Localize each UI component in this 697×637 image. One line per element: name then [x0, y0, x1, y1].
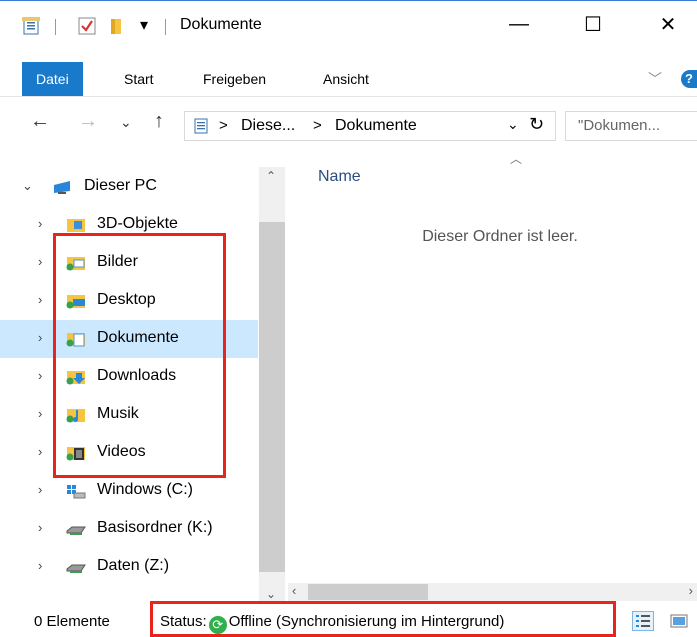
tab-datei[interactable]: Datei: [22, 62, 83, 96]
chevron-right-icon[interactable]: ›: [38, 216, 42, 231]
highlight-box-status: [150, 601, 616, 637]
help-button[interactable]: ?: [681, 70, 697, 88]
nav-item-this-pc[interactable]: ⌄ Dieser PC: [0, 168, 258, 206]
customize-quick-access-dropdown-icon[interactable]: ▾: [140, 15, 148, 35]
title-separator: [55, 19, 56, 35]
scroll-left-arrow-icon[interactable]: ‹: [292, 583, 296, 598]
details-view-icon: [636, 615, 650, 627]
nav-label: Daten (Z:): [97, 557, 170, 574]
tab-ansicht[interactable]: Ansicht: [323, 62, 369, 96]
empty-folder-message: Dieser Ordner ist leer.: [422, 228, 578, 245]
close-button[interactable]: ✕: [645, 9, 691, 39]
column-header-name[interactable]: Name: [318, 168, 361, 186]
scroll-up-arrow-icon[interactable]: ⌃: [266, 169, 276, 183]
chevron-right-icon[interactable]: ›: [38, 330, 42, 345]
expand-ribbon-chevron-icon[interactable]: ﹀: [648, 62, 662, 96]
refresh-icon[interactable]: ↻: [529, 114, 544, 135]
breadcrumb-separator: >: [313, 117, 322, 134]
breadcrumb-documents[interactable]: Dokumente: [335, 117, 417, 135]
navigation-scrollbar[interactable]: ⌃ ⌄: [259, 167, 285, 604]
chevron-right-icon[interactable]: ›: [38, 558, 42, 573]
nav-item-daten[interactable]: › Daten (Z:): [0, 548, 258, 586]
chevron-right-icon[interactable]: ›: [38, 368, 42, 383]
new-folder-icon[interactable]: [108, 17, 126, 35]
properties-icon[interactable]: [22, 17, 40, 35]
tab-start[interactable]: Start: [124, 62, 154, 96]
chevron-right-icon[interactable]: ›: [38, 292, 42, 307]
pc-icon: [54, 181, 70, 194]
breadcrumb-separator: >: [219, 117, 228, 134]
content-horizontal-scrollbar[interactable]: ‹ ›: [288, 583, 697, 601]
folder-3d-icon: [67, 219, 85, 232]
large-icons-view-icon: [670, 614, 688, 628]
network-drive-icon: [66, 526, 86, 535]
forward-arrow-icon[interactable]: →: [78, 110, 98, 133]
breadcrumb-this-pc[interactable]: Diese...: [241, 117, 295, 135]
title-separator: [165, 19, 166, 35]
maximize-button[interactable]: ☐: [570, 9, 616, 39]
address-dropdown-chevron-icon[interactable]: ⌄: [507, 116, 519, 133]
chevron-right-icon[interactable]: ›: [38, 482, 42, 497]
nav-label: 3D-Objekte: [97, 215, 178, 232]
chevron-down-icon[interactable]: ⌄: [22, 178, 33, 194]
checkmark-icon[interactable]: [78, 17, 96, 35]
chevron-right-icon[interactable]: ›: [38, 254, 42, 269]
sort-ascending-icon: ︿: [510, 152, 523, 166]
windows-drive-icon: [67, 485, 86, 499]
navigation-bar: ← → ⌄ ↑ > Diese... > Dokumente ⌄ ↻ "Doku…: [0, 104, 697, 146]
chevron-right-icon[interactable]: ›: [38, 520, 42, 535]
nav-label: Dieser PC: [84, 177, 157, 194]
chevron-right-icon[interactable]: ›: [38, 444, 42, 459]
nav-label: Windows (C:): [97, 481, 194, 498]
scroll-right-arrow-icon[interactable]: ›: [689, 583, 693, 598]
documents-location-icon: [194, 118, 208, 134]
minimize-button[interactable]: —: [496, 9, 542, 39]
address-bar[interactable]: > Diese... > Dokumente ⌄ ↻: [184, 111, 556, 141]
details-view-button[interactable]: [632, 611, 654, 631]
chevron-right-icon[interactable]: ›: [38, 406, 42, 421]
nav-item-basisordner[interactable]: › Basisordner (K:): [0, 510, 258, 548]
large-icons-view-button[interactable]: [668, 611, 690, 631]
network-drive-icon: [66, 564, 86, 573]
search-input[interactable]: "Dokumen...: [565, 111, 697, 141]
scrollbar-thumb[interactable]: [259, 222, 285, 572]
tab-freigeben[interactable]: Freigeben: [203, 62, 266, 96]
nav-label: Basisordner (K:): [97, 519, 213, 536]
back-arrow-icon[interactable]: ←: [30, 110, 50, 133]
scroll-down-arrow-icon[interactable]: ⌄: [266, 587, 276, 601]
title-bar: ▾ Dokumente — ☐ ✕: [0, 0, 697, 47]
ribbon-tabs: Datei Start Freigeben Ansicht ﹀ ?: [0, 62, 697, 97]
window-title: Dokumente: [180, 16, 262, 33]
up-arrow-icon[interactable]: ↑: [154, 110, 164, 133]
scrollbar-thumb[interactable]: [308, 584, 428, 600]
recent-locations-chevron-icon[interactable]: ⌄: [120, 114, 132, 131]
highlight-box-library-folders: [53, 233, 226, 478]
item-count: 0 Elemente: [34, 613, 110, 630]
